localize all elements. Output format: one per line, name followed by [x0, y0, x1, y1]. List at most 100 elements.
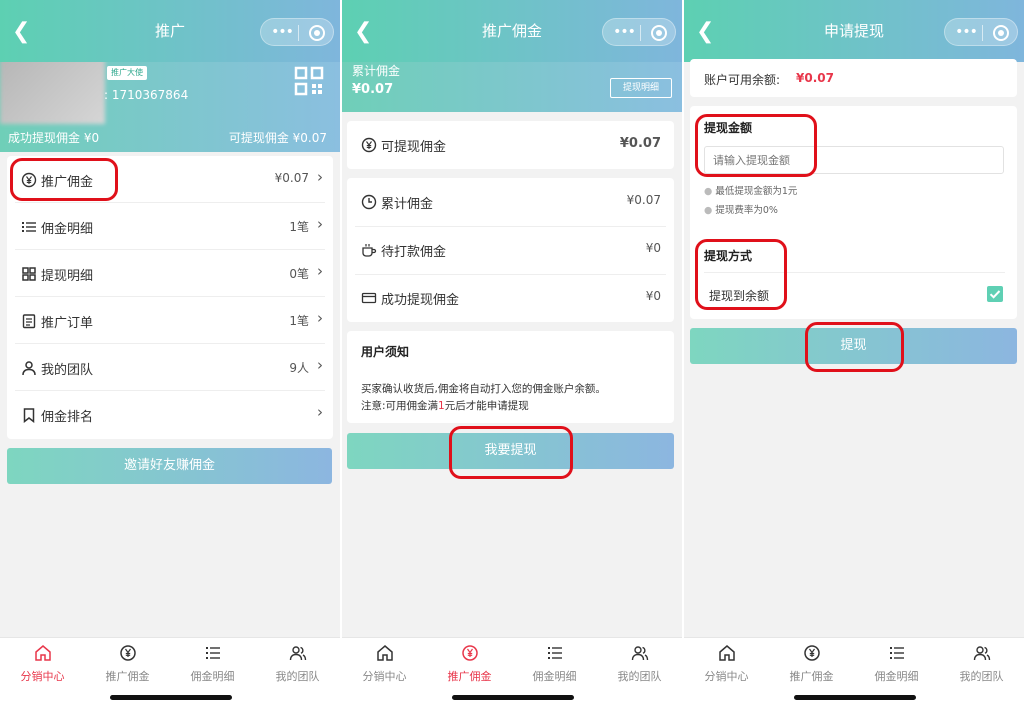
available-withdraw-summary: 可提现佣金 ¥0.07 [228, 131, 327, 145]
more-icon[interactable]: ••• [269, 19, 295, 47]
success-withdraw-summary: 成功提现佣金 ¥0 [8, 131, 100, 145]
tab-promotion-commission[interactable]: 推广佣金 [427, 644, 512, 684]
menu-item-value: 1笔 [289, 314, 309, 328]
invite-friends-button[interactable]: 邀请好友赚佣金 [7, 448, 332, 484]
tab-my-team[interactable]: 我的团队 [597, 644, 682, 684]
withdrawable-commission-row: 可提现佣金 ¥0.07 [347, 121, 673, 168]
close-target-icon[interactable] [993, 25, 1009, 41]
user-phone: : 1710367864 [104, 88, 189, 102]
screen-apply-withdraw: ❮ 申请提现 ••• 账户可用余额: ¥0.07 提现金额 ● 最低提现金额为1… [684, 0, 1024, 704]
chevron-right-icon: › [317, 168, 323, 186]
stats-card: 累计佣金 ¥0.07 待打款佣金 ¥0 成功提现佣金 ¥0 [347, 178, 674, 322]
list-icon [854, 644, 939, 666]
screen-promotion: 推广大使 : 1710367864 成功提现佣金 ¥0 可提现佣金 ¥0.07 … [0, 0, 340, 704]
highlight-box [695, 239, 787, 310]
highlight-box [10, 158, 118, 201]
tab-my-team[interactable]: 我的团队 [255, 644, 340, 684]
tab-bar: 分销中心 推广佣金 佣金明细 我的团队 [0, 637, 340, 704]
stat-pending: 待打款佣金 ¥0 [347, 226, 673, 273]
menu-item-label: 佣金排名 [41, 410, 94, 425]
list-icon [170, 644, 255, 666]
home-indicator [452, 695, 574, 700]
home-indicator [110, 695, 232, 700]
bookmark-icon [21, 407, 37, 424]
balance-card: 账户可用余额: ¥0.07 [690, 59, 1017, 97]
menu-item-value: 9人 [289, 361, 309, 375]
team-icon [597, 644, 682, 666]
menu-item-promotion-orders[interactable]: 推广订单 1笔 › [7, 297, 333, 344]
stat-value: ¥0 [645, 289, 661, 303]
yen-coin-icon [427, 644, 512, 666]
stat-label: 累计佣金 [381, 197, 434, 212]
qrcode-icon[interactable] [294, 66, 324, 96]
tab-label: 分销中心 [362, 670, 407, 683]
stat-value: ¥0.07 [626, 193, 661, 207]
tab-bar: 分销中心 推广佣金 佣金明细 我的团队 [342, 637, 682, 704]
more-icon[interactable]: ••• [953, 19, 979, 47]
tab-commission-detail[interactable]: 佣金明细 [170, 644, 255, 684]
tab-promotion-commission[interactable]: 推广佣金 [769, 644, 854, 684]
home-indicator [794, 695, 916, 700]
tab-commission-detail[interactable]: 佣金明细 [854, 644, 939, 684]
menu-item-commission-detail[interactable]: 佣金明细 1笔 › [7, 203, 333, 250]
screen-promotion-commission: 累计佣金 ¥0.07 提现明细 ❮ 推广佣金 ••• 可提现佣金 ¥0.07 累… [342, 0, 682, 704]
chevron-right-icon: › [317, 309, 323, 327]
highlight-box [695, 114, 817, 177]
user-notice-card: 用户须知 买家确认收货后,佣金将自动打入您的佣金账户余额。 注意:可用佣金满1元… [347, 331, 674, 423]
tab-label: 我的团队 [959, 670, 1004, 683]
menu-item-label: 我的团队 [41, 363, 94, 378]
tab-distribution-center[interactable]: 分销中心 [0, 644, 85, 684]
withdrawable-card: 可提现佣金 ¥0.07 [347, 121, 674, 169]
more-icon[interactable]: ••• [611, 19, 637, 47]
hint-min-amount: ● 最低提现金额为1元 [704, 186, 798, 197]
nav-bar: ❮ 推广 ••• [0, 0, 340, 62]
clock-icon [361, 194, 377, 210]
checkbox-checked-icon[interactable] [987, 286, 1003, 302]
menu-item-label: 提现明细 [41, 269, 94, 284]
tab-commission-detail[interactable]: 佣金明细 [512, 644, 597, 684]
notice-title: 用户须知 [361, 345, 410, 359]
close-target-icon[interactable] [651, 25, 667, 41]
menu-item-value: 1笔 [289, 220, 309, 234]
tab-label: 我的团队 [617, 670, 662, 683]
menu-item-withdraw-detail[interactable]: 提现明细 0笔 › [7, 250, 333, 297]
yen-circle-icon [361, 137, 377, 153]
menu-item-value: ¥0.07 [274, 171, 309, 185]
list-icon [512, 644, 597, 666]
person-icon [21, 360, 37, 376]
withdrawable-value: ¥0.07 [619, 136, 661, 151]
withdraw-record-button[interactable]: 提现明细 [610, 78, 672, 98]
chevron-right-icon: › [317, 262, 323, 280]
close-target-icon[interactable] [309, 25, 325, 41]
ambassador-badge: 推广大使 [107, 66, 147, 80]
grid-icon [21, 266, 37, 282]
tab-distribution-center[interactable]: 分销中心 [342, 644, 427, 684]
highlight-box [805, 322, 904, 372]
yen-coin-icon [769, 644, 854, 666]
tab-label: 佣金明细 [874, 670, 919, 683]
tab-my-team[interactable]: 我的团队 [939, 644, 1024, 684]
menu-item-value: 0笔 [289, 267, 309, 281]
mini-program-capsule: ••• [944, 18, 1018, 46]
stat-label: 待打款佣金 [381, 245, 447, 260]
menu-item-commission-ranking[interactable]: 佣金排名 › [7, 391, 333, 438]
notice-line-1: 买家确认收货后,佣金将自动打入您的佣金账户余额。 [361, 383, 606, 395]
cumulative-commission-value: ¥0.07 [352, 82, 394, 97]
blurred-avatar [0, 58, 105, 124]
home-icon [684, 644, 769, 666]
home-icon [342, 644, 427, 666]
stat-success-withdraw: 成功提现佣金 ¥0 [347, 274, 673, 321]
tab-label: 推广佣金 [105, 670, 150, 683]
cup-icon [361, 242, 377, 258]
mini-program-capsule: ••• [602, 18, 676, 46]
menu-item-my-team[interactable]: 我的团队 9人 › [7, 344, 333, 391]
tab-label: 分销中心 [704, 670, 749, 683]
profile-header: 推广大使 : 1710367864 成功提现佣金 ¥0 可提现佣金 ¥0.07 [0, 52, 340, 152]
menu-item-label: 佣金明细 [41, 222, 94, 237]
nav-bar: ❮ 申请提现 ••• [684, 0, 1024, 62]
withdrawable-label: 可提现佣金 [381, 140, 447, 155]
tab-distribution-center[interactable]: 分销中心 [684, 644, 769, 684]
nav-bar: ❮ 推广佣金 ••• [342, 0, 682, 62]
tab-promotion-commission[interactable]: 推广佣金 [85, 644, 170, 684]
home-icon [0, 644, 85, 666]
